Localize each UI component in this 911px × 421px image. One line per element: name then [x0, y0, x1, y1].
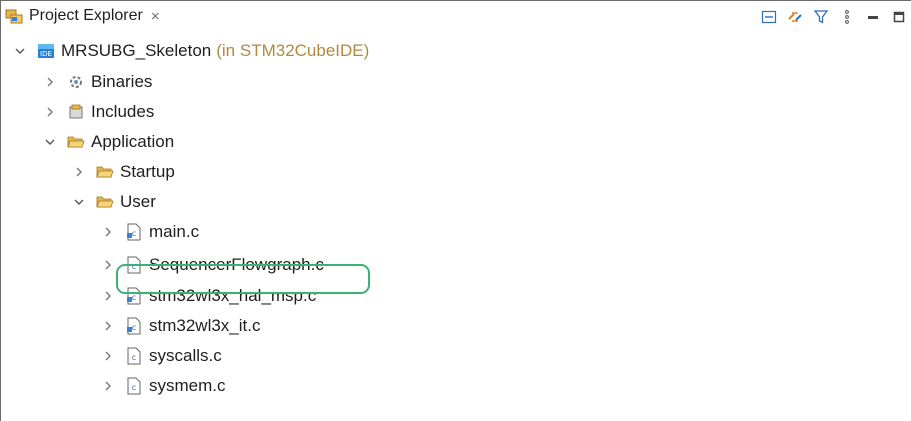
maximize-icon[interactable] [891, 9, 907, 25]
chevron-right-icon[interactable] [72, 165, 86, 179]
svg-text:c: c [132, 383, 136, 392]
svg-text:c: c [132, 323, 136, 332]
tree-item-label: Binaries [91, 72, 153, 91]
chevron-right-icon[interactable] [101, 258, 115, 272]
filter-icon[interactable] [813, 9, 829, 25]
tree-item-label: sysmem.c [149, 376, 226, 395]
selection-highlight-outline [116, 264, 370, 294]
stm32-project-icon: IDE [37, 42, 55, 60]
tree-item-label: Application [91, 132, 175, 151]
chevron-right-icon[interactable] [43, 105, 57, 119]
tree-item-main-c[interactable]: c main.c [101, 217, 199, 247]
tree-item-project[interactable]: IDE MRSUBG_Skeleton (in STM32CubeIDE) [13, 36, 369, 66]
svg-text:c: c [132, 229, 136, 238]
tree-item-label: syscalls.c [149, 346, 222, 365]
chevron-right-icon[interactable] [101, 319, 115, 333]
c-file-icon: c [125, 347, 143, 365]
view-menu-icon[interactable] [839, 9, 855, 25]
tab-label: Project Explorer [29, 7, 143, 24]
project-explorer-view: Project Explorer × IDE MRSUBG_Skeleton (… [0, 0, 911, 421]
includes-icon [67, 103, 85, 121]
chevron-right-icon[interactable] [101, 289, 115, 303]
tree-item-startup[interactable]: Startup [72, 157, 175, 187]
c-file-icon: c [125, 377, 143, 395]
tree-item-binaries[interactable]: Binaries [43, 67, 152, 97]
tree-item-label: User [120, 192, 156, 211]
binaries-icon [67, 73, 85, 91]
chevron-right-icon[interactable] [101, 349, 115, 363]
c-source-file-icon: c [125, 223, 143, 241]
svg-text:IDE: IDE [40, 50, 52, 58]
project-qualifier: (in STM32CubeIDE) [216, 41, 370, 60]
tree-item-includes[interactable]: Includes [43, 97, 154, 127]
collapse-all-icon[interactable] [761, 9, 777, 25]
chevron-down-icon[interactable] [43, 135, 57, 149]
folder-open-icon [96, 163, 114, 181]
tree-item-application[interactable]: Application [43, 127, 174, 157]
chevron-right-icon[interactable] [101, 225, 115, 239]
folder-open-icon [67, 133, 85, 151]
minimize-icon[interactable] [865, 9, 881, 25]
tree-item-label: Startup [120, 162, 175, 181]
svg-text:c: c [132, 293, 136, 302]
view-toolbar [761, 7, 907, 27]
tree-item-sysmem-c[interactable]: c sysmem.c [101, 371, 226, 401]
chevron-right-icon[interactable] [43, 75, 57, 89]
svg-text:c: c [132, 353, 136, 362]
project-name: MRSUBG_Skeleton [61, 41, 212, 60]
tree-item-stm32wl3x-it-c[interactable]: c stm32wl3x_it.c [101, 311, 260, 341]
tree-item-label: main.c [149, 222, 200, 241]
chevron-down-icon[interactable] [72, 195, 86, 209]
chevron-down-icon[interactable] [13, 44, 27, 58]
folder-open-icon [96, 193, 114, 211]
c-source-file-icon: c [125, 317, 143, 335]
view-title-bar: Project Explorer × [1, 1, 911, 31]
tree-item-label: stm32wl3x_it.c [149, 316, 261, 335]
tab-project-explorer[interactable]: Project Explorer × [1, 1, 166, 31]
chevron-right-icon[interactable] [101, 379, 115, 393]
tree-item-label: Includes [91, 102, 155, 121]
link-with-editor-icon[interactable] [787, 9, 803, 25]
tree-item-user[interactable]: User [72, 187, 156, 217]
project-explorer-icon [5, 7, 25, 25]
close-tab-icon[interactable]: × [151, 8, 160, 25]
tree-item-syscalls-c[interactable]: c syscalls.c [101, 341, 222, 371]
